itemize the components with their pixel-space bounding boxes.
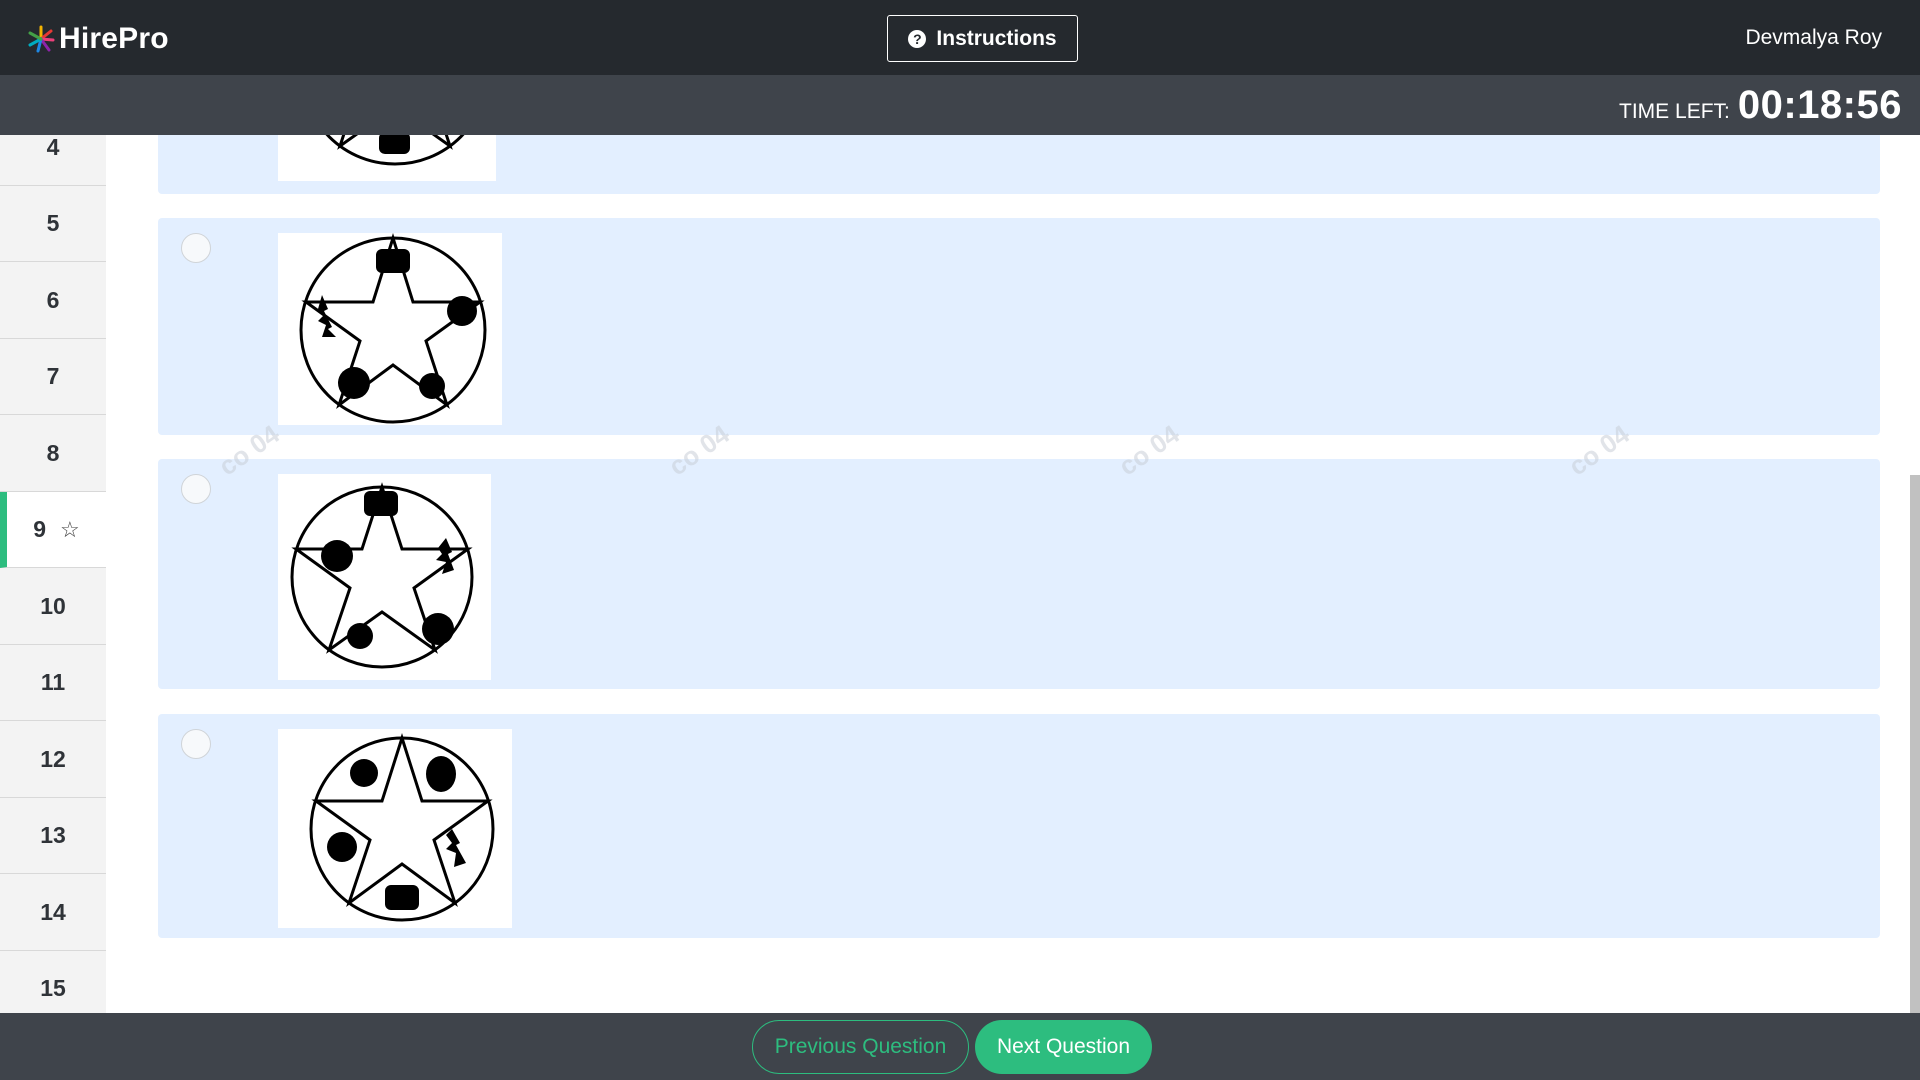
- question-nav-item[interactable]: 12: [0, 722, 106, 798]
- timer: TIME LEFT: 00:18:56: [1619, 83, 1902, 128]
- question-number: 14: [40, 899, 66, 925]
- question-number: 7: [46, 363, 60, 389]
- question-number: 4: [46, 135, 60, 160]
- user-name: Devmalya Roy: [1745, 26, 1882, 49]
- question-nav-item[interactable]: 6: [0, 263, 106, 339]
- question-nav-item[interactable]: 5: [0, 186, 106, 262]
- option-radio[interactable]: [181, 729, 211, 759]
- timer-label: TIME LEFT:: [1619, 100, 1730, 123]
- option-radio[interactable]: [181, 233, 211, 263]
- question-number: 5: [46, 210, 60, 236]
- star-circle-figure: [309, 733, 495, 922]
- question-nav-item[interactable]: 15: [0, 951, 106, 1013]
- option-figure: [278, 474, 491, 680]
- answer-options-area: co 04 co 04 co 04 co 04: [106, 135, 1906, 1013]
- star-circle-figure: [325, 135, 465, 166]
- question-nav-item[interactable]: 13: [0, 798, 106, 874]
- answer-option[interactable]: [158, 714, 1880, 938]
- question-number: 6: [46, 287, 60, 313]
- timer-value: 00:18:56: [1737, 83, 1902, 127]
- timer-bar: TIME LEFT: 00:18:56: [0, 75, 1920, 135]
- star-outline-icon[interactable]: ☆: [60, 517, 80, 543]
- question-navigator: 4 5 6 7 8 9 ☆ 10 11 12 13 14 15: [0, 135, 106, 1013]
- option-figure: [278, 232, 502, 425]
- star-circle-figure: [290, 482, 474, 669]
- option-figure: [278, 135, 496, 181]
- scrollbar-thumb[interactable]: [1910, 475, 1920, 1013]
- hirepro-logo-icon: [28, 25, 55, 53]
- question-nav-item[interactable]: 14: [0, 875, 106, 951]
- option-radio[interactable]: [181, 474, 211, 504]
- brand-name: HirePro: [59, 22, 169, 55]
- question-number: 13: [40, 822, 66, 848]
- question-nav-item-active[interactable]: 9 ☆: [0, 492, 106, 568]
- next-question-button[interactable]: Next Question: [975, 1020, 1152, 1074]
- instructions-label: Instructions: [936, 26, 1057, 50]
- question-number: 9: [33, 516, 47, 542]
- star-circle-figure: [299, 232, 487, 424]
- question-nav-item[interactable]: 8: [0, 416, 106, 492]
- previous-question-button[interactable]: Previous Question: [752, 1020, 969, 1074]
- question-nav-item[interactable]: 10: [0, 569, 106, 645]
- instructions-button[interactable]: ? Instructions: [887, 15, 1078, 62]
- top-navbar: HirePro ? Instructions Devmalya Roy: [0, 0, 1920, 75]
- question-number: 10: [40, 593, 66, 619]
- question-nav-item[interactable]: 11: [0, 645, 106, 721]
- footer-bar: Previous Question Next Question: [0, 1013, 1920, 1080]
- answer-option[interactable]: [158, 135, 1880, 194]
- question-nav-item[interactable]: 4: [0, 135, 106, 186]
- question-number: 11: [40, 669, 66, 695]
- question-number: 15: [40, 975, 66, 1001]
- answer-option[interactable]: [158, 218, 1880, 435]
- scrollbar[interactable]: [1906, 135, 1920, 1013]
- question-circle-icon: ?: [908, 29, 927, 48]
- question-number: 12: [40, 746, 66, 772]
- brand-logo: HirePro: [26, 22, 169, 56]
- question-nav-item[interactable]: 7: [0, 339, 106, 415]
- answer-option[interactable]: [158, 459, 1880, 689]
- question-number: 8: [46, 440, 60, 466]
- option-figure: [278, 729, 512, 928]
